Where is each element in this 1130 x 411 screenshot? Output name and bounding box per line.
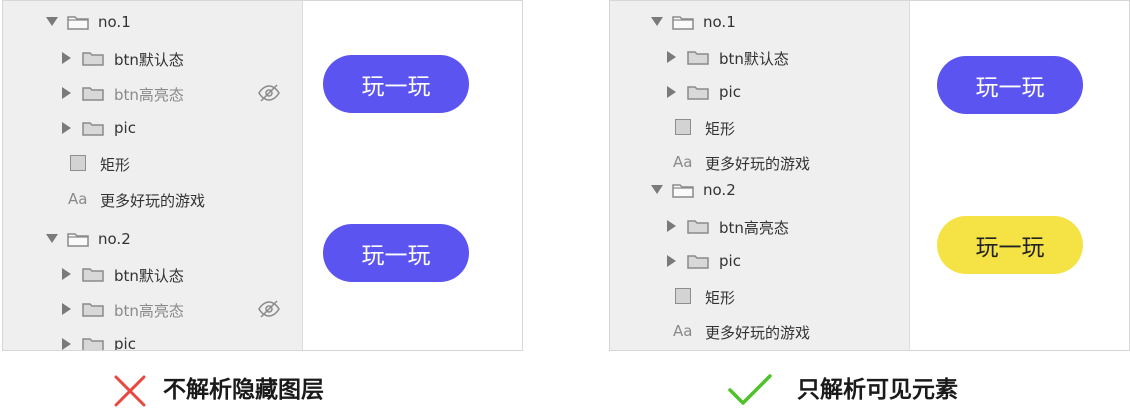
layer-label: btn默认态 — [114, 267, 184, 285]
caret-right-icon[interactable] — [667, 220, 676, 232]
caption-left: 不解析隐藏图层 — [163, 377, 324, 403]
layer-group-pic[interactable]: pic — [610, 244, 909, 278]
caret-right-icon[interactable] — [667, 86, 676, 98]
layer-group-btn-highlight[interactable]: btn高亮态 — [3, 76, 302, 110]
layer-group-pic[interactable]: pic — [3, 327, 302, 351]
folder-icon — [687, 220, 709, 234]
layer-label: 矩形 — [705, 120, 736, 138]
layer-label: 矩形 — [100, 156, 131, 174]
caret-down-icon[interactable] — [651, 17, 663, 26]
eye-hidden-icon[interactable] — [258, 299, 280, 319]
caret-down-icon[interactable] — [46, 17, 58, 26]
layers-list: no.1 btn默认态 btn高亮态 pic 矩形 Aa 更多好玩的游戏 no.… — [3, 1, 303, 350]
layer-label: 更多好玩的游戏 — [100, 192, 206, 210]
layer-group-btn-highlight[interactable]: btn高亮态 — [610, 209, 909, 243]
check-icon — [728, 374, 772, 405]
layer-group-btn-highlight[interactable]: btn高亮态 — [3, 292, 302, 326]
text-icon: Aa — [673, 322, 693, 340]
layer-label: btn高亮态 — [719, 219, 789, 237]
cross-icon — [114, 375, 146, 407]
layer-group-no2[interactable]: no.2 — [610, 173, 909, 207]
folder-icon — [82, 268, 104, 282]
layer-label: no.2 — [703, 181, 736, 199]
caption-right: 只解析可见元素 — [797, 377, 958, 403]
play-button[interactable]: 玩一玩 — [323, 224, 469, 282]
layer-label: pic — [719, 252, 741, 270]
caret-right-icon[interactable] — [62, 338, 71, 350]
caret-right-icon[interactable] — [62, 87, 71, 99]
rectangle-icon — [675, 288, 691, 304]
layer-group-no2[interactable]: no.2 — [3, 222, 302, 256]
folder-icon — [687, 51, 709, 65]
layer-label: no.2 — [98, 230, 131, 248]
layer-label: btn默认态 — [114, 51, 184, 69]
layer-label: pic — [114, 335, 136, 351]
layer-text[interactable]: Aa 更多好玩的游戏 — [610, 314, 909, 348]
folder-icon — [82, 122, 104, 136]
folder-icon — [67, 233, 89, 247]
text-icon: Aa — [673, 153, 693, 171]
layer-text[interactable]: Aa 更多好玩的游戏 — [3, 182, 302, 216]
preview-canvas: 玩一玩 玩一玩 — [910, 1, 1129, 350]
folder-icon — [82, 303, 104, 317]
folder-icon — [82, 52, 104, 66]
play-button-highlight[interactable]: 玩一玩 — [937, 216, 1083, 274]
folder-icon — [82, 338, 104, 350]
layer-label: pic — [114, 119, 136, 137]
caret-down-icon[interactable] — [46, 234, 58, 243]
layer-group-btn-default[interactable]: btn默认态 — [3, 257, 302, 291]
caret-right-icon[interactable] — [62, 122, 71, 134]
layer-rectangle[interactable]: 矩形 — [610, 279, 909, 313]
layer-rectangle[interactable]: 矩形 — [610, 110, 909, 144]
layer-label: pic — [719, 83, 741, 101]
folder-icon — [687, 86, 709, 100]
layer-label: no.1 — [703, 13, 736, 31]
layer-group-no1[interactable]: no.1 — [3, 5, 302, 39]
preview-canvas: 玩一玩 玩一玩 — [303, 1, 522, 350]
left-layer-panel: no.1 btn默认态 btn高亮态 pic 矩形 Aa 更多好玩的游戏 no.… — [2, 0, 523, 351]
layer-label: no.1 — [98, 13, 131, 31]
rectangle-icon — [70, 155, 86, 171]
layer-label: btn高亮态 — [114, 86, 184, 104]
folder-icon — [687, 255, 709, 269]
caret-right-icon[interactable] — [667, 51, 676, 63]
folder-icon — [67, 16, 89, 30]
caret-right-icon[interactable] — [62, 303, 71, 315]
caret-down-icon[interactable] — [651, 185, 663, 194]
layer-label: btn默认态 — [719, 50, 789, 68]
layer-label: 更多好玩的游戏 — [705, 324, 811, 342]
folder-icon — [672, 184, 694, 198]
layers-list: no.1 btn默认态 pic 矩形 Aa 更多好玩的游戏 no.2 btn高亮… — [610, 1, 910, 350]
layer-group-btn-default[interactable]: btn默认态 — [610, 40, 909, 74]
eye-hidden-icon[interactable] — [258, 83, 280, 103]
layer-label: 矩形 — [705, 289, 736, 307]
folder-icon — [672, 16, 694, 30]
layer-group-btn-default[interactable]: btn默认态 — [3, 41, 302, 75]
layer-group-no1[interactable]: no.1 — [610, 5, 909, 39]
caret-right-icon[interactable] — [667, 255, 676, 267]
layer-rectangle[interactable]: 矩形 — [3, 146, 302, 180]
caret-right-icon[interactable] — [62, 52, 71, 64]
play-button[interactable]: 玩一玩 — [323, 55, 469, 113]
layer-group-pic[interactable]: pic — [3, 111, 302, 145]
rectangle-icon — [675, 119, 691, 135]
folder-icon — [82, 87, 104, 101]
layer-group-pic[interactable]: pic — [610, 75, 909, 109]
text-icon: Aa — [68, 190, 88, 208]
play-button[interactable]: 玩一玩 — [937, 56, 1083, 114]
layer-label: btn高亮态 — [114, 302, 184, 320]
layer-label: 更多好玩的游戏 — [705, 155, 811, 173]
caret-right-icon[interactable] — [62, 268, 71, 280]
right-layer-panel: no.1 btn默认态 pic 矩形 Aa 更多好玩的游戏 no.2 btn高亮… — [609, 0, 1130, 351]
